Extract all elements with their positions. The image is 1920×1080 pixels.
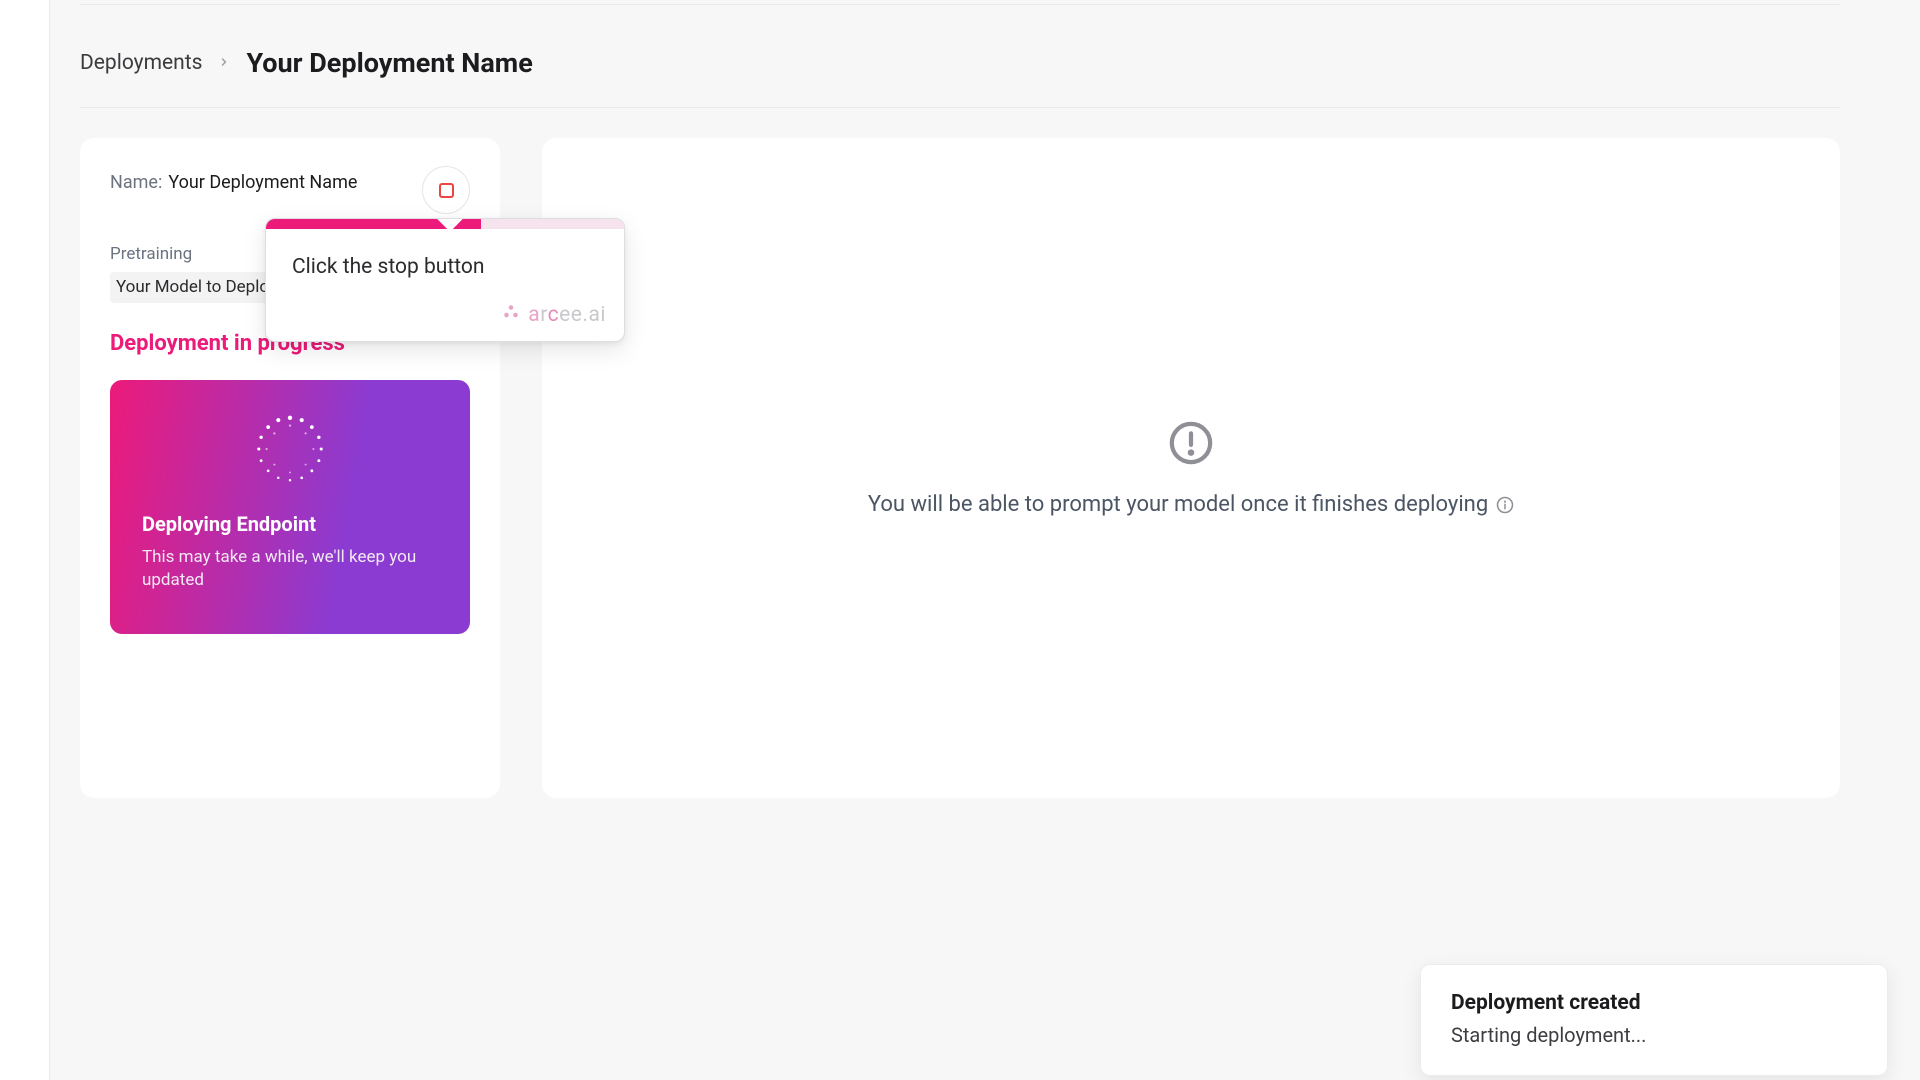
brand-logo-icon [502,303,520,327]
tour-popover-text: Click the stop button [292,255,598,279]
toast-body: Starting deployment... [1451,1023,1857,1047]
info-icon[interactable] [1496,495,1514,513]
prompt-panel-message-row: You will be able to prompt your model on… [868,492,1514,517]
model-chip[interactable]: Your Model to Deploy [110,272,285,303]
name-value: Your Deployment Name [168,172,357,193]
deploy-card-subtitle: This may take a while, we'll keep you up… [142,546,438,592]
spinner-icon [251,410,329,488]
stop-icon [439,183,454,198]
prompt-panel-message: You will be able to prompt your model on… [868,492,1488,517]
brand-text: arcee.ai [528,303,606,327]
toast-title: Deployment created [1451,991,1857,1015]
deployment-name-row: Name: Your Deployment Name [110,166,357,193]
left-sidebar-edge [0,0,50,1080]
breadcrumb: Deployments Your Deployment Name [80,5,1840,108]
name-label: Name: [110,172,162,193]
tour-popover: Click the stop button arcee.ai [265,218,625,342]
deploying-card: Deploying Endpoint This may take a while… [110,380,470,634]
prompt-panel: You will be able to prompt your model on… [542,138,1840,798]
page-title: Your Deployment Name [246,47,532,79]
breadcrumb-root[interactable]: Deployments [80,51,202,75]
deploy-card-title: Deploying Endpoint [142,512,438,536]
tour-popover-brand: arcee.ai [266,285,624,341]
chevron-right-icon [218,54,230,72]
alert-circle-icon [1168,420,1214,466]
toast-deployment-created[interactable]: Deployment created Starting deployment..… [1420,964,1888,1076]
stop-button[interactable] [422,166,470,214]
